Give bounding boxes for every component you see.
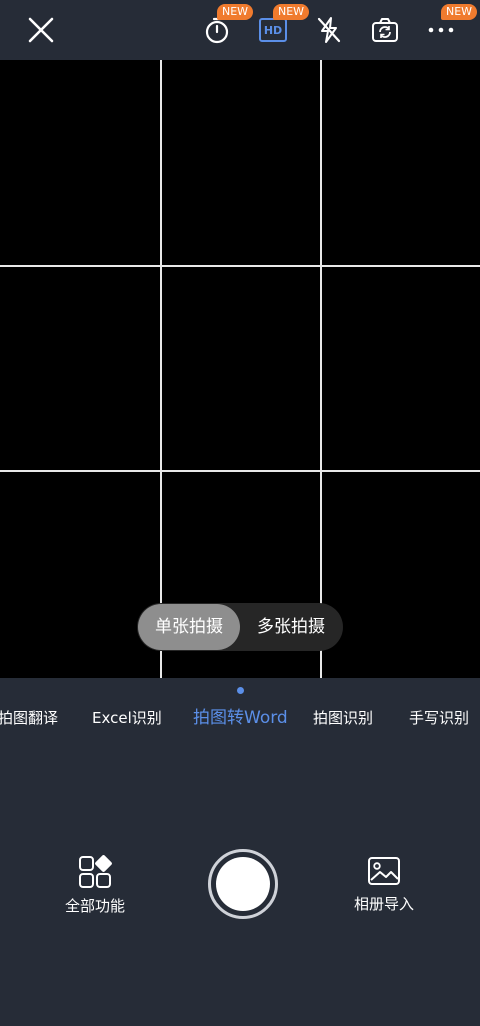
tab-excel-recognition[interactable]: Excel识别	[92, 700, 162, 736]
grid-line	[0, 265, 480, 267]
switch-camera-icon	[372, 18, 398, 42]
grid-line	[320, 60, 322, 678]
active-tab-indicator	[237, 687, 244, 694]
shutter-inner	[216, 857, 270, 911]
grid-line	[0, 470, 480, 472]
timer-icon	[205, 17, 229, 44]
multi-shot-option[interactable]: 多张拍摄	[241, 604, 341, 650]
flash-button[interactable]	[307, 8, 351, 52]
new-badge: NEW	[273, 4, 310, 20]
top-toolbar: NEW HD NEW NEW	[0, 0, 480, 60]
new-badge: NEW	[441, 4, 478, 20]
more-button[interactable]: NEW	[419, 4, 478, 52]
tab-photo-translate[interactable]: 拍图翻译	[0, 700, 58, 736]
close-button[interactable]	[19, 8, 63, 52]
hd-icon: HD	[259, 18, 287, 42]
album-import-button[interactable]: 相册导入	[351, 855, 417, 914]
hd-label: HD	[263, 23, 283, 37]
close-icon	[28, 17, 54, 43]
all-functions-button[interactable]: 全部功能	[62, 855, 128, 916]
more-icon	[428, 27, 454, 33]
grid-apps-icon	[79, 855, 112, 888]
camera-viewfinder[interactable]	[0, 60, 480, 678]
switch-camera-button[interactable]	[363, 8, 407, 52]
all-functions-label: 全部功能	[64, 897, 125, 915]
shutter-button[interactable]	[208, 849, 278, 919]
grid-line	[160, 60, 162, 678]
flash-off-icon	[317, 17, 341, 43]
album-import-label: 相册导入	[353, 895, 414, 913]
tab-photo-to-word[interactable]: 拍图转Word	[193, 700, 288, 736]
single-shot-option[interactable]: 单张拍摄	[138, 604, 240, 650]
shot-mode-toggle: 单张拍摄 多张拍摄	[137, 603, 343, 651]
timer-button[interactable]: NEW	[195, 4, 254, 52]
new-badge: NEW	[217, 4, 254, 20]
tab-photo-recognition[interactable]: 拍图识别	[313, 700, 373, 736]
function-tabs: 拍图翻译 Excel识别 拍图转Word 拍图识别 手写识别	[0, 700, 480, 736]
image-icon	[368, 857, 400, 885]
hd-button[interactable]: HD NEW	[251, 4, 310, 52]
tab-handwriting-recognition[interactable]: 手写识别	[409, 700, 469, 736]
